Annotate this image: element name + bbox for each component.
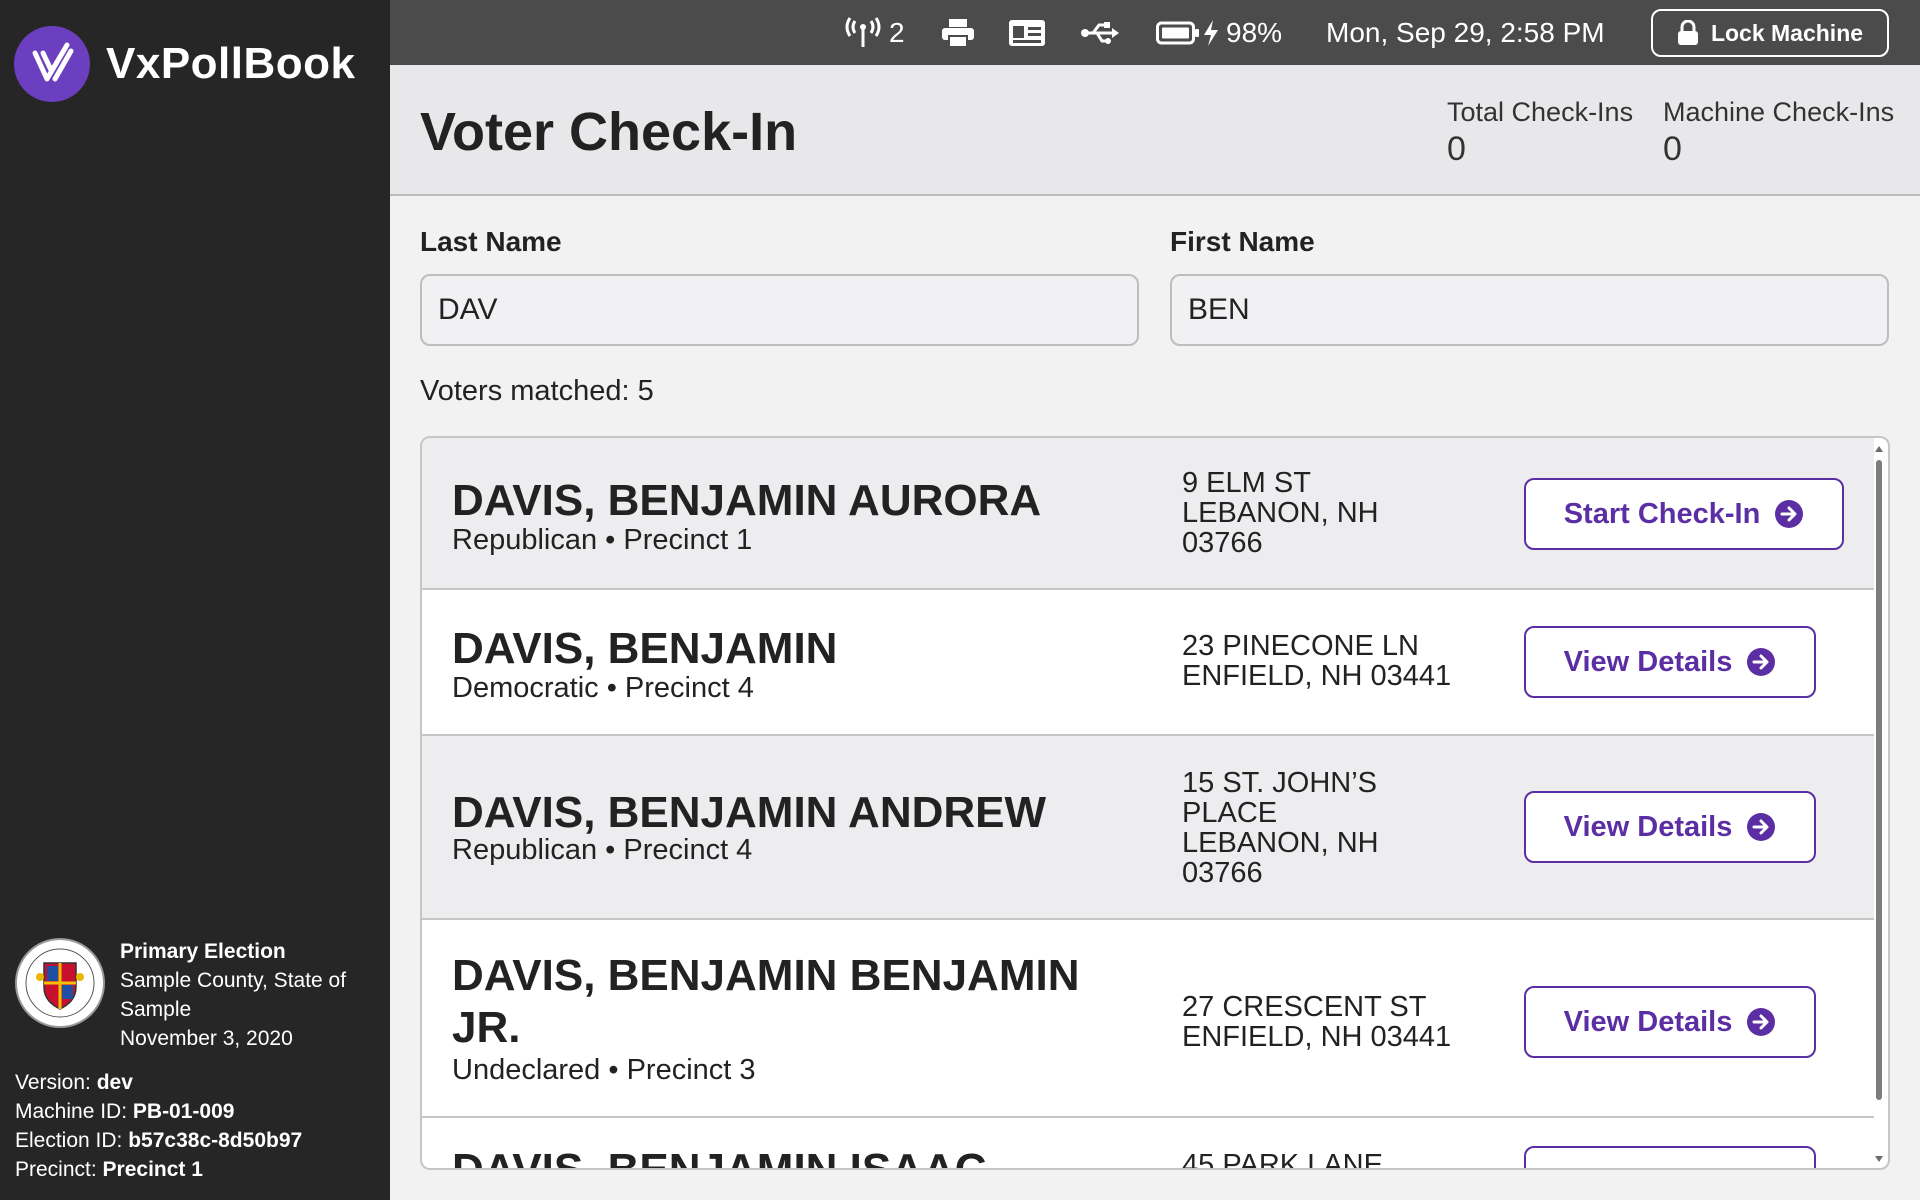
results-scrollbar[interactable] (1872, 442, 1886, 1166)
first-name-input[interactable] (1170, 274, 1889, 346)
version-row: Version: dev (15, 1071, 133, 1094)
voter-party-precinct: Republican • Precinct 1 (452, 524, 753, 556)
first-name-label: First Name (1170, 226, 1315, 257)
id-card-icon (1008, 0, 1046, 65)
voter-row: DAVIS, BENJAMIN BENJAMIN JR. Undeclared … (422, 920, 1874, 1118)
voter-address: 9 ELM ST LEBANON, NH 03766 (1182, 467, 1379, 559)
view-details-button[interactable] (1524, 1146, 1816, 1168)
voter-row: DAVIS, BENJAMIN ANDREW Republican • Prec… (422, 736, 1874, 920)
brand-name: VxPollBook (106, 39, 356, 88)
page-title: Voter Check-In (420, 102, 798, 162)
page-header: Voter Check-In Total Check-Ins 0 Machine… (390, 65, 1920, 196)
lock-machine-label: Lock Machine (1710, 19, 1864, 46)
total-checkins-stat: Total Check-Ins 0 (1447, 97, 1633, 169)
voter-name: DAVIS, BENJAMIN (452, 624, 838, 673)
total-checkins-value: 0 (1447, 130, 1466, 168)
arrow-circle-right-icon (1747, 813, 1776, 841)
view-details-label: View Details (1563, 645, 1733, 678)
arrow-circle-right-icon (1747, 648, 1776, 676)
voter-name: DAVIS, BENJAMIN BENJAMIN JR. (452, 951, 1080, 1052)
signal-status: 2 (845, 0, 905, 65)
voter-row: DAVIS, BENJAMIN Democratic • Precinct 4 … (422, 590, 1874, 736)
precinct-row: Precinct: Precinct 1 (15, 1158, 203, 1181)
county-seal-icon (15, 938, 105, 1028)
election-jurisdiction: Sample County, State of Sample (120, 969, 347, 1021)
lock-icon (1677, 20, 1698, 45)
scroll-thumb[interactable] (1876, 460, 1882, 1100)
election-date: November 3, 2020 (120, 1027, 293, 1050)
sidebar: VxPollBook Primary Election Sample Count… (0, 0, 390, 1200)
start-check-in-button[interactable]: Start Check-In (1524, 478, 1844, 550)
voter-party-precinct: Democratic • Precinct 4 (452, 672, 754, 704)
voter-address: 15 ST. JOHN’S PLACE LEBANON, NH 03766 (1182, 767, 1379, 889)
machine-checkins-stat: Machine Check-Ins 0 (1663, 97, 1894, 169)
arrow-circle-right-icon (1747, 1008, 1776, 1036)
battery-icon (1156, 21, 1199, 44)
last-name-label: Last Name (420, 226, 562, 257)
status-bar: 2 98% Mon, Sep 29, 2:58 PM Lock Machine (390, 0, 1920, 65)
view-details-label: View Details (1563, 810, 1733, 843)
machine-checkins-label: Machine Check-Ins (1663, 97, 1895, 127)
voter-name: DAVIS, BENJAMIN AURORA (452, 476, 1042, 525)
scroll-down-arrow-icon[interactable] (1875, 1156, 1883, 1162)
lock-machine-button[interactable]: Lock Machine (1651, 9, 1889, 57)
voter-address: 27 CRESCENT ST ENFIELD, NH 03441 (1182, 991, 1452, 1053)
voters-matched-count: Voters matched: 5 (420, 375, 654, 407)
voter-party-precinct: Undeclared • Precinct 3 (452, 1054, 756, 1086)
start-check-in-label: Start Check-In (1563, 497, 1761, 530)
view-details-button[interactable]: View Details (1524, 986, 1816, 1058)
datetime: Mon, Sep 29, 2:58 PM (1326, 16, 1605, 48)
voter-results-list[interactable]: DAVIS, BENJAMIN AURORA Republican • Prec… (420, 436, 1890, 1170)
voter-name: DAVIS, BENJAMIN ANDREW (452, 788, 1047, 837)
voter-row: DAVIS, BENJAMIN AURORA Republican • Prec… (422, 438, 1874, 590)
precinct-value: Precinct 1 (102, 1158, 203, 1181)
last-name-input[interactable] (420, 274, 1139, 346)
battery-status: 98% (1156, 0, 1282, 65)
version-value: dev (96, 1071, 133, 1094)
brand: VxPollBook (14, 26, 356, 102)
signal-icon (845, 16, 881, 47)
view-details-button[interactable]: View Details (1524, 626, 1816, 698)
voter-address: 23 PINECONE LN ENFIELD, NH 03441 (1182, 630, 1452, 692)
election-title: Primary Election (120, 940, 286, 963)
battery-percent: 98% (1226, 16, 1283, 48)
election-info: Primary Election Sample County, State of… (14, 937, 370, 1053)
view-details-label: View Details (1563, 1005, 1733, 1038)
machine-id-value: PB-01-009 (132, 1100, 235, 1123)
election-id-row: Election ID: b57c38c-8d50b97 (15, 1129, 303, 1152)
machine-checkins-value: 0 (1663, 130, 1682, 168)
total-checkins-label: Total Check-Ins (1447, 97, 1634, 127)
charging-bolt-icon (1204, 19, 1218, 46)
scroll-up-arrow-icon[interactable] (1875, 446, 1883, 452)
machine-id-row: Machine ID: PB-01-009 (15, 1100, 235, 1123)
view-details-button[interactable]: View Details (1524, 791, 1816, 863)
voter-name: DAVIS, BENJAMIN ISAAC (452, 1145, 987, 1170)
printer-icon (941, 0, 975, 65)
election-id-value: b57c38c-8d50b97 (128, 1129, 303, 1152)
machine-info: Version: dev Machine ID: PB-01-009 Elect… (15, 1068, 302, 1184)
usb-icon (1080, 0, 1120, 65)
voter-party-precinct: Republican • Precinct 4 (452, 834, 753, 866)
voter-row: DAVIS, BENJAMIN ISAAC 45 PARK LANE (422, 1118, 1874, 1170)
signal-count: 2 (889, 16, 905, 48)
voter-address: 45 PARK LANE (1182, 1149, 1383, 1170)
vxpollbook-logo-icon (14, 26, 90, 102)
arrow-circle-right-icon (1775, 500, 1804, 528)
